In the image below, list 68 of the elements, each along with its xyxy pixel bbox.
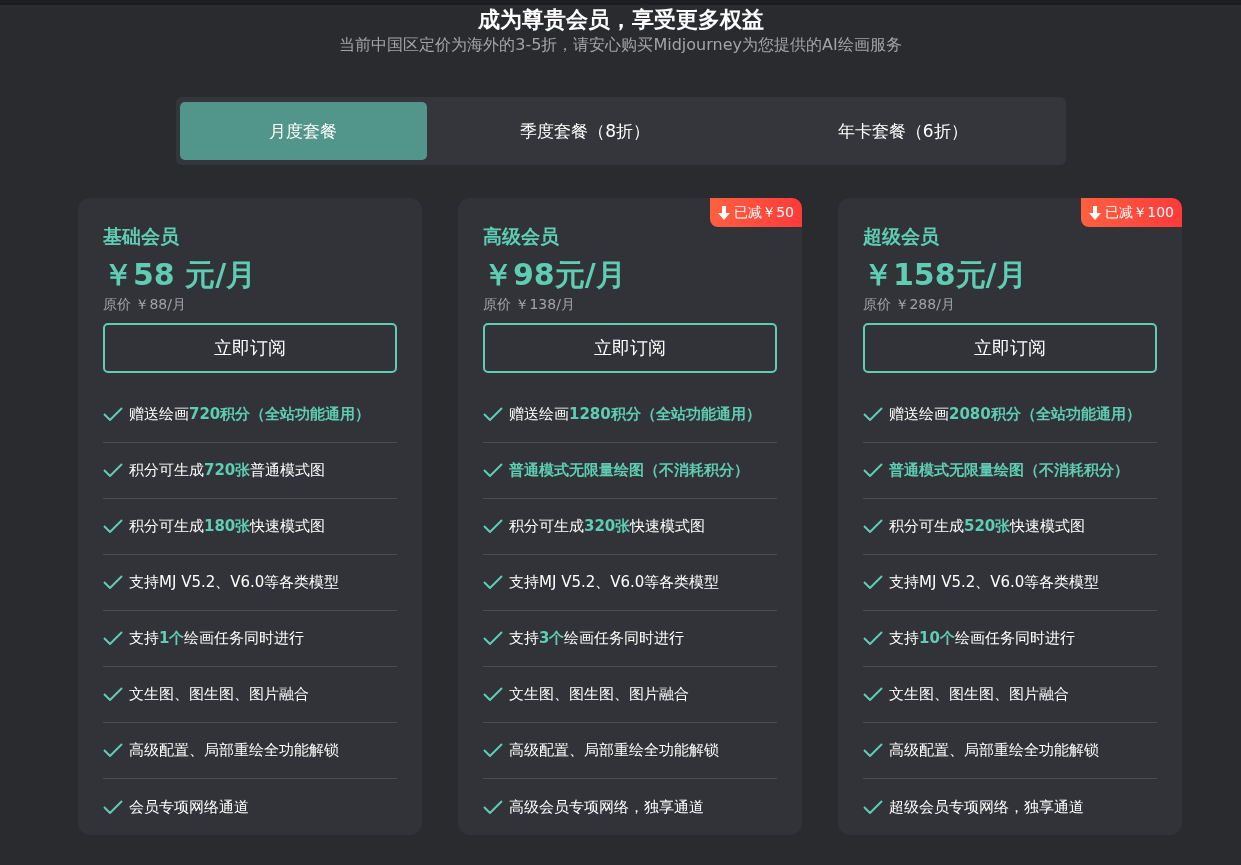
subscribe-button[interactable]: 立即订阅 <box>863 322 1157 373</box>
check-icon <box>103 743 123 758</box>
feature-text: 支持MJ V5.2、V6.0等各类模型 <box>889 572 1100 594</box>
feature-text: 赠送绘画720积分（全站功能通用） <box>129 404 371 426</box>
down-arrow-icon <box>718 205 731 220</box>
feature-text: 普通模式无限量绘图（不消耗积分） <box>889 460 1129 482</box>
discount-badge: 已减￥50 <box>710 198 802 228</box>
check-icon <box>863 519 883 534</box>
feature-text: 积分可生成720张普通模式图 <box>129 460 326 482</box>
feature-text: 积分可生成520张快速模式图 <box>889 516 1086 538</box>
feature-text: 积分可生成180张快速模式图 <box>129 516 326 538</box>
feature-text: 文生图、图生图、图片融合 <box>889 684 1069 706</box>
feature-text: 积分可生成320张快速模式图 <box>509 516 706 538</box>
check-icon <box>863 407 883 422</box>
check-icon <box>103 687 123 702</box>
check-icon <box>863 687 883 702</box>
plan-name: 高级会员 <box>483 224 560 250</box>
check-icon <box>483 687 503 702</box>
feature-text: 高级配置、局部重绘全功能解锁 <box>509 740 719 762</box>
plan-name: 超级会员 <box>863 224 940 250</box>
feature-text: 支持MJ V5.2、V6.0等各类模型 <box>509 572 720 594</box>
original-price: 原价 ￥288/月 <box>863 294 956 314</box>
feature-text: 普通模式无限量绘图（不消耗积分） <box>509 460 749 482</box>
subscribe-button[interactable]: 立即订阅 <box>103 322 397 373</box>
check-icon <box>103 519 123 534</box>
check-icon <box>863 575 883 590</box>
feature-text: 会员专项网络通道 <box>129 796 249 818</box>
feature-text: 赠送绘画2080积分（全站功能通用） <box>889 404 1141 426</box>
feature-text: 高级配置、局部重绘全功能解锁 <box>889 740 1099 762</box>
page-title: 成为尊贵会员，享受更多权益 <box>476 7 765 34</box>
plan-price: ￥158元/月 <box>863 255 1028 294</box>
page-subtitle: 当前中国区定价为海外的3-5折，请安心购买Midjourney为您提供的AI绘画服务 <box>338 34 903 57</box>
check-icon <box>863 799 883 814</box>
original-price: 原价 ￥88/月 <box>103 294 187 314</box>
plan-price: ￥58 元/月 <box>103 255 258 294</box>
plan-tab[interactable]: 年卡套餐（6折） <box>744 102 1062 161</box>
feature-text: 支持3个绘画任务同时进行 <box>509 628 685 650</box>
check-icon <box>863 463 883 478</box>
check-icon <box>483 463 503 478</box>
feature-text: 高级配置、局部重绘全功能解锁 <box>129 740 339 762</box>
check-icon <box>103 631 123 646</box>
plan-price: ￥98元/月 <box>483 255 627 294</box>
feature-text: 高级会员专项网络，独享通道 <box>509 796 704 818</box>
feature-text: 支持1个绘画任务同时进行 <box>129 628 305 650</box>
check-icon <box>863 631 883 646</box>
subscribe-button[interactable]: 立即订阅 <box>483 322 777 373</box>
check-icon <box>483 799 503 814</box>
feature-text: 支持MJ V5.2、V6.0等各类模型 <box>129 572 340 594</box>
check-icon <box>483 743 503 758</box>
plan-tab[interactable]: 季度套餐（8折） <box>426 102 744 161</box>
feature-text: 赠送绘画1280积分（全站功能通用） <box>509 404 761 426</box>
feature-text: 支持10个绘画任务同时进行 <box>889 628 1075 650</box>
discount-badge: 已减￥100 <box>1081 198 1182 228</box>
check-icon <box>483 631 503 646</box>
check-icon <box>483 407 503 422</box>
feature-text: 文生图、图生图、图片融合 <box>509 684 689 706</box>
feature-text: 文生图、图生图、图片融合 <box>129 684 309 706</box>
down-arrow-icon <box>1089 205 1102 220</box>
check-icon <box>103 799 123 814</box>
check-icon <box>483 519 503 534</box>
plan-name: 基础会员 <box>103 224 180 250</box>
feature-text: 超级会员专项网络，独享通道 <box>889 796 1084 818</box>
check-icon <box>483 575 503 590</box>
check-icon <box>103 407 123 422</box>
check-icon <box>863 743 883 758</box>
check-icon <box>103 575 123 590</box>
original-price: 原价 ￥138/月 <box>483 294 576 314</box>
check-icon <box>103 463 123 478</box>
